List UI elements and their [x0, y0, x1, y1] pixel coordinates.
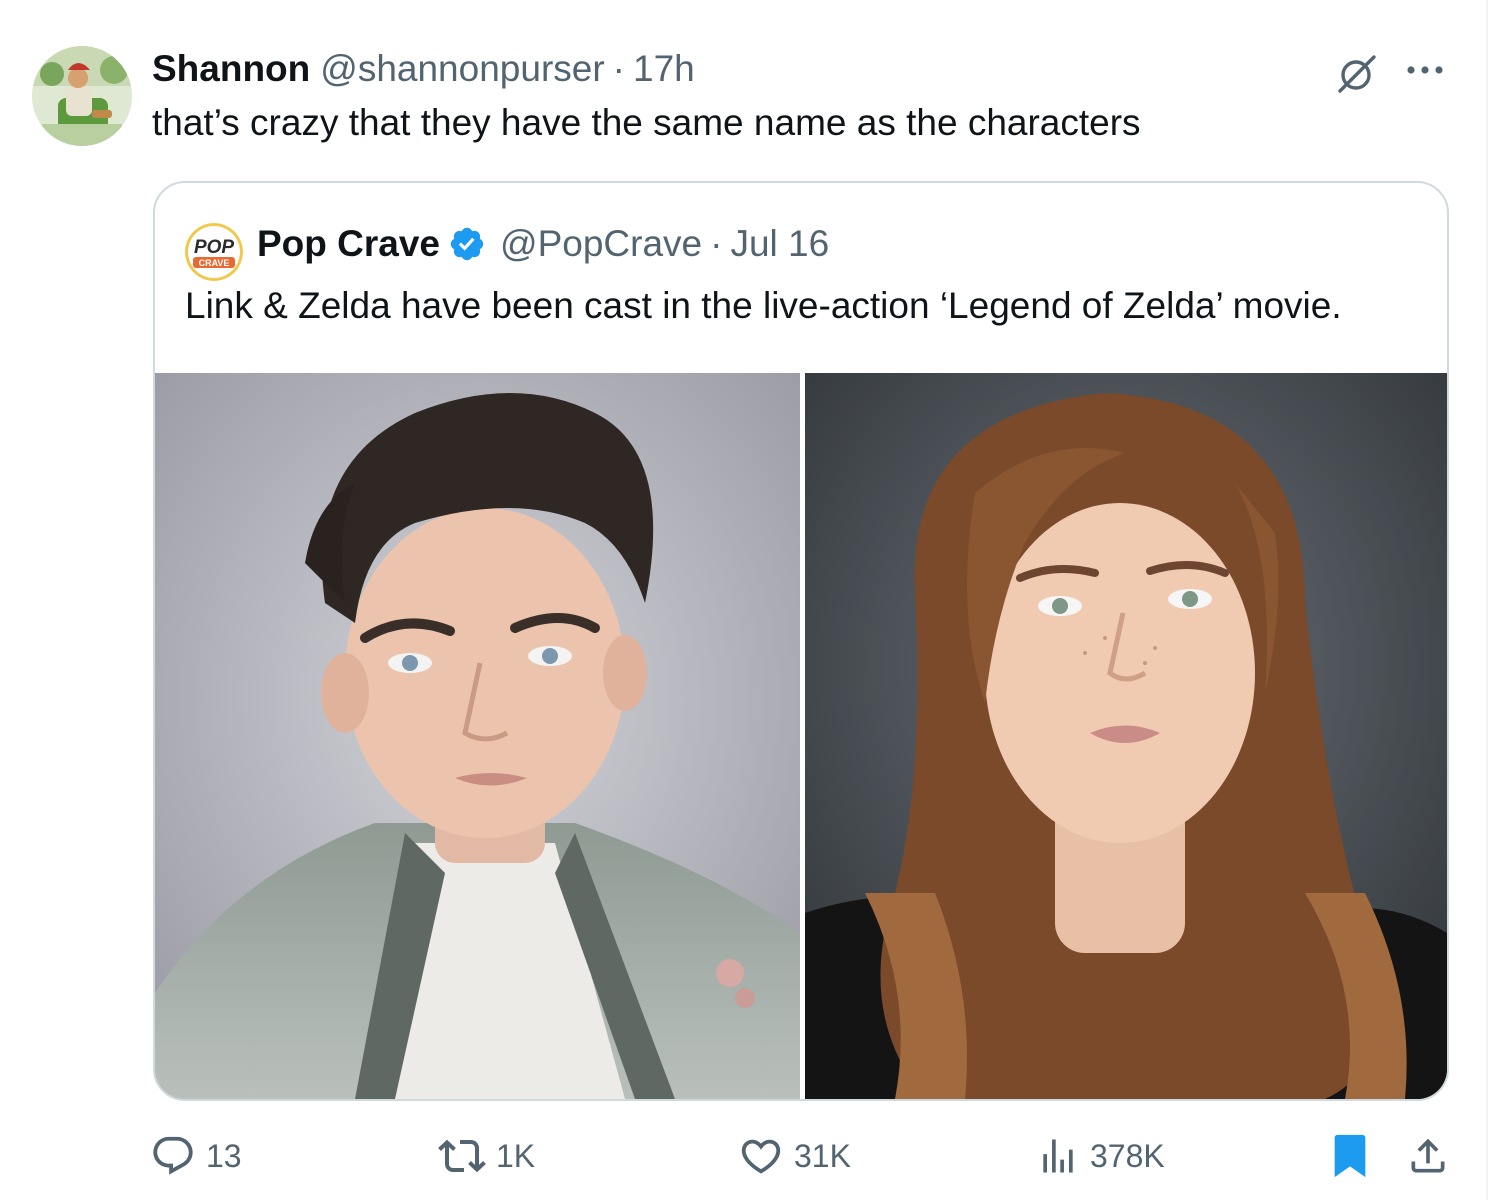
- action-bar: 13 1K 31K 378K: [150, 1130, 1450, 1182]
- pop-crave-logo-top: POP: [194, 237, 234, 258]
- pop-crave-logo-bottom: CRAVE: [199, 258, 230, 268]
- media-photo-link-actor[interactable]: [155, 373, 800, 1099]
- bookmark-button[interactable]: [1330, 1130, 1370, 1182]
- author-name[interactable]: Shannon: [152, 48, 310, 90]
- timeline-divider: [1486, 0, 1488, 1200]
- reply-button[interactable]: 13: [150, 1130, 242, 1182]
- quoted-author-avatar[interactable]: POP CRAVE: [185, 223, 243, 281]
- more-options-icon[interactable]: [1400, 54, 1450, 86]
- media-photo-zelda-actor[interactable]: [805, 373, 1447, 1099]
- separator-dot: ·: [612, 48, 625, 89]
- views-icon: [1043, 1139, 1073, 1173]
- quoted-separator-dot: ·: [710, 223, 723, 264]
- like-button[interactable]: 31K: [738, 1130, 851, 1182]
- views-count: 378K: [1090, 1137, 1165, 1174]
- tweet-time[interactable]: 17h: [633, 48, 695, 90]
- retweet-button[interactable]: 1K: [438, 1130, 535, 1182]
- share-icon: [1411, 1138, 1445, 1173]
- quoted-author-handle[interactable]: @PopCrave: [500, 223, 702, 265]
- media-grid: [155, 373, 1447, 1099]
- grok-icon[interactable]: [1334, 54, 1380, 94]
- author-handle[interactable]: @shannonpurser: [320, 48, 604, 90]
- like-count: 31K: [794, 1137, 851, 1174]
- quoted-author-name[interactable]: Pop Crave: [257, 223, 440, 265]
- quoted-tweet-date[interactable]: Jul 16: [730, 223, 829, 265]
- tweet-header: Shannon @shannonpurser · 17h: [152, 46, 695, 92]
- author-avatar[interactable]: [32, 46, 132, 146]
- retweet-icon: [438, 1139, 486, 1173]
- verified-badge-icon: [450, 227, 484, 261]
- like-icon: [741, 1139, 781, 1174]
- quoted-tweet-text: Link & Zelda have been cast in the live-…: [185, 285, 1342, 326]
- quoted-tweet-card[interactable]: POP CRAVE Pop Crave @PopCrave · Jul 16 L…: [153, 181, 1449, 1101]
- reply-count: 13: [206, 1137, 242, 1174]
- bookmark-icon: [1334, 1134, 1366, 1178]
- quoted-tweet-header: Pop Crave @PopCrave · Jul 16: [257, 221, 829, 267]
- retweet-count: 1K: [496, 1137, 536, 1174]
- share-button[interactable]: [1406, 1130, 1450, 1182]
- reply-icon: [153, 1136, 193, 1175]
- tweet-text: that’s crazy that they have the same nam…: [152, 102, 1141, 143]
- views-button[interactable]: 378K: [1036, 1130, 1165, 1182]
